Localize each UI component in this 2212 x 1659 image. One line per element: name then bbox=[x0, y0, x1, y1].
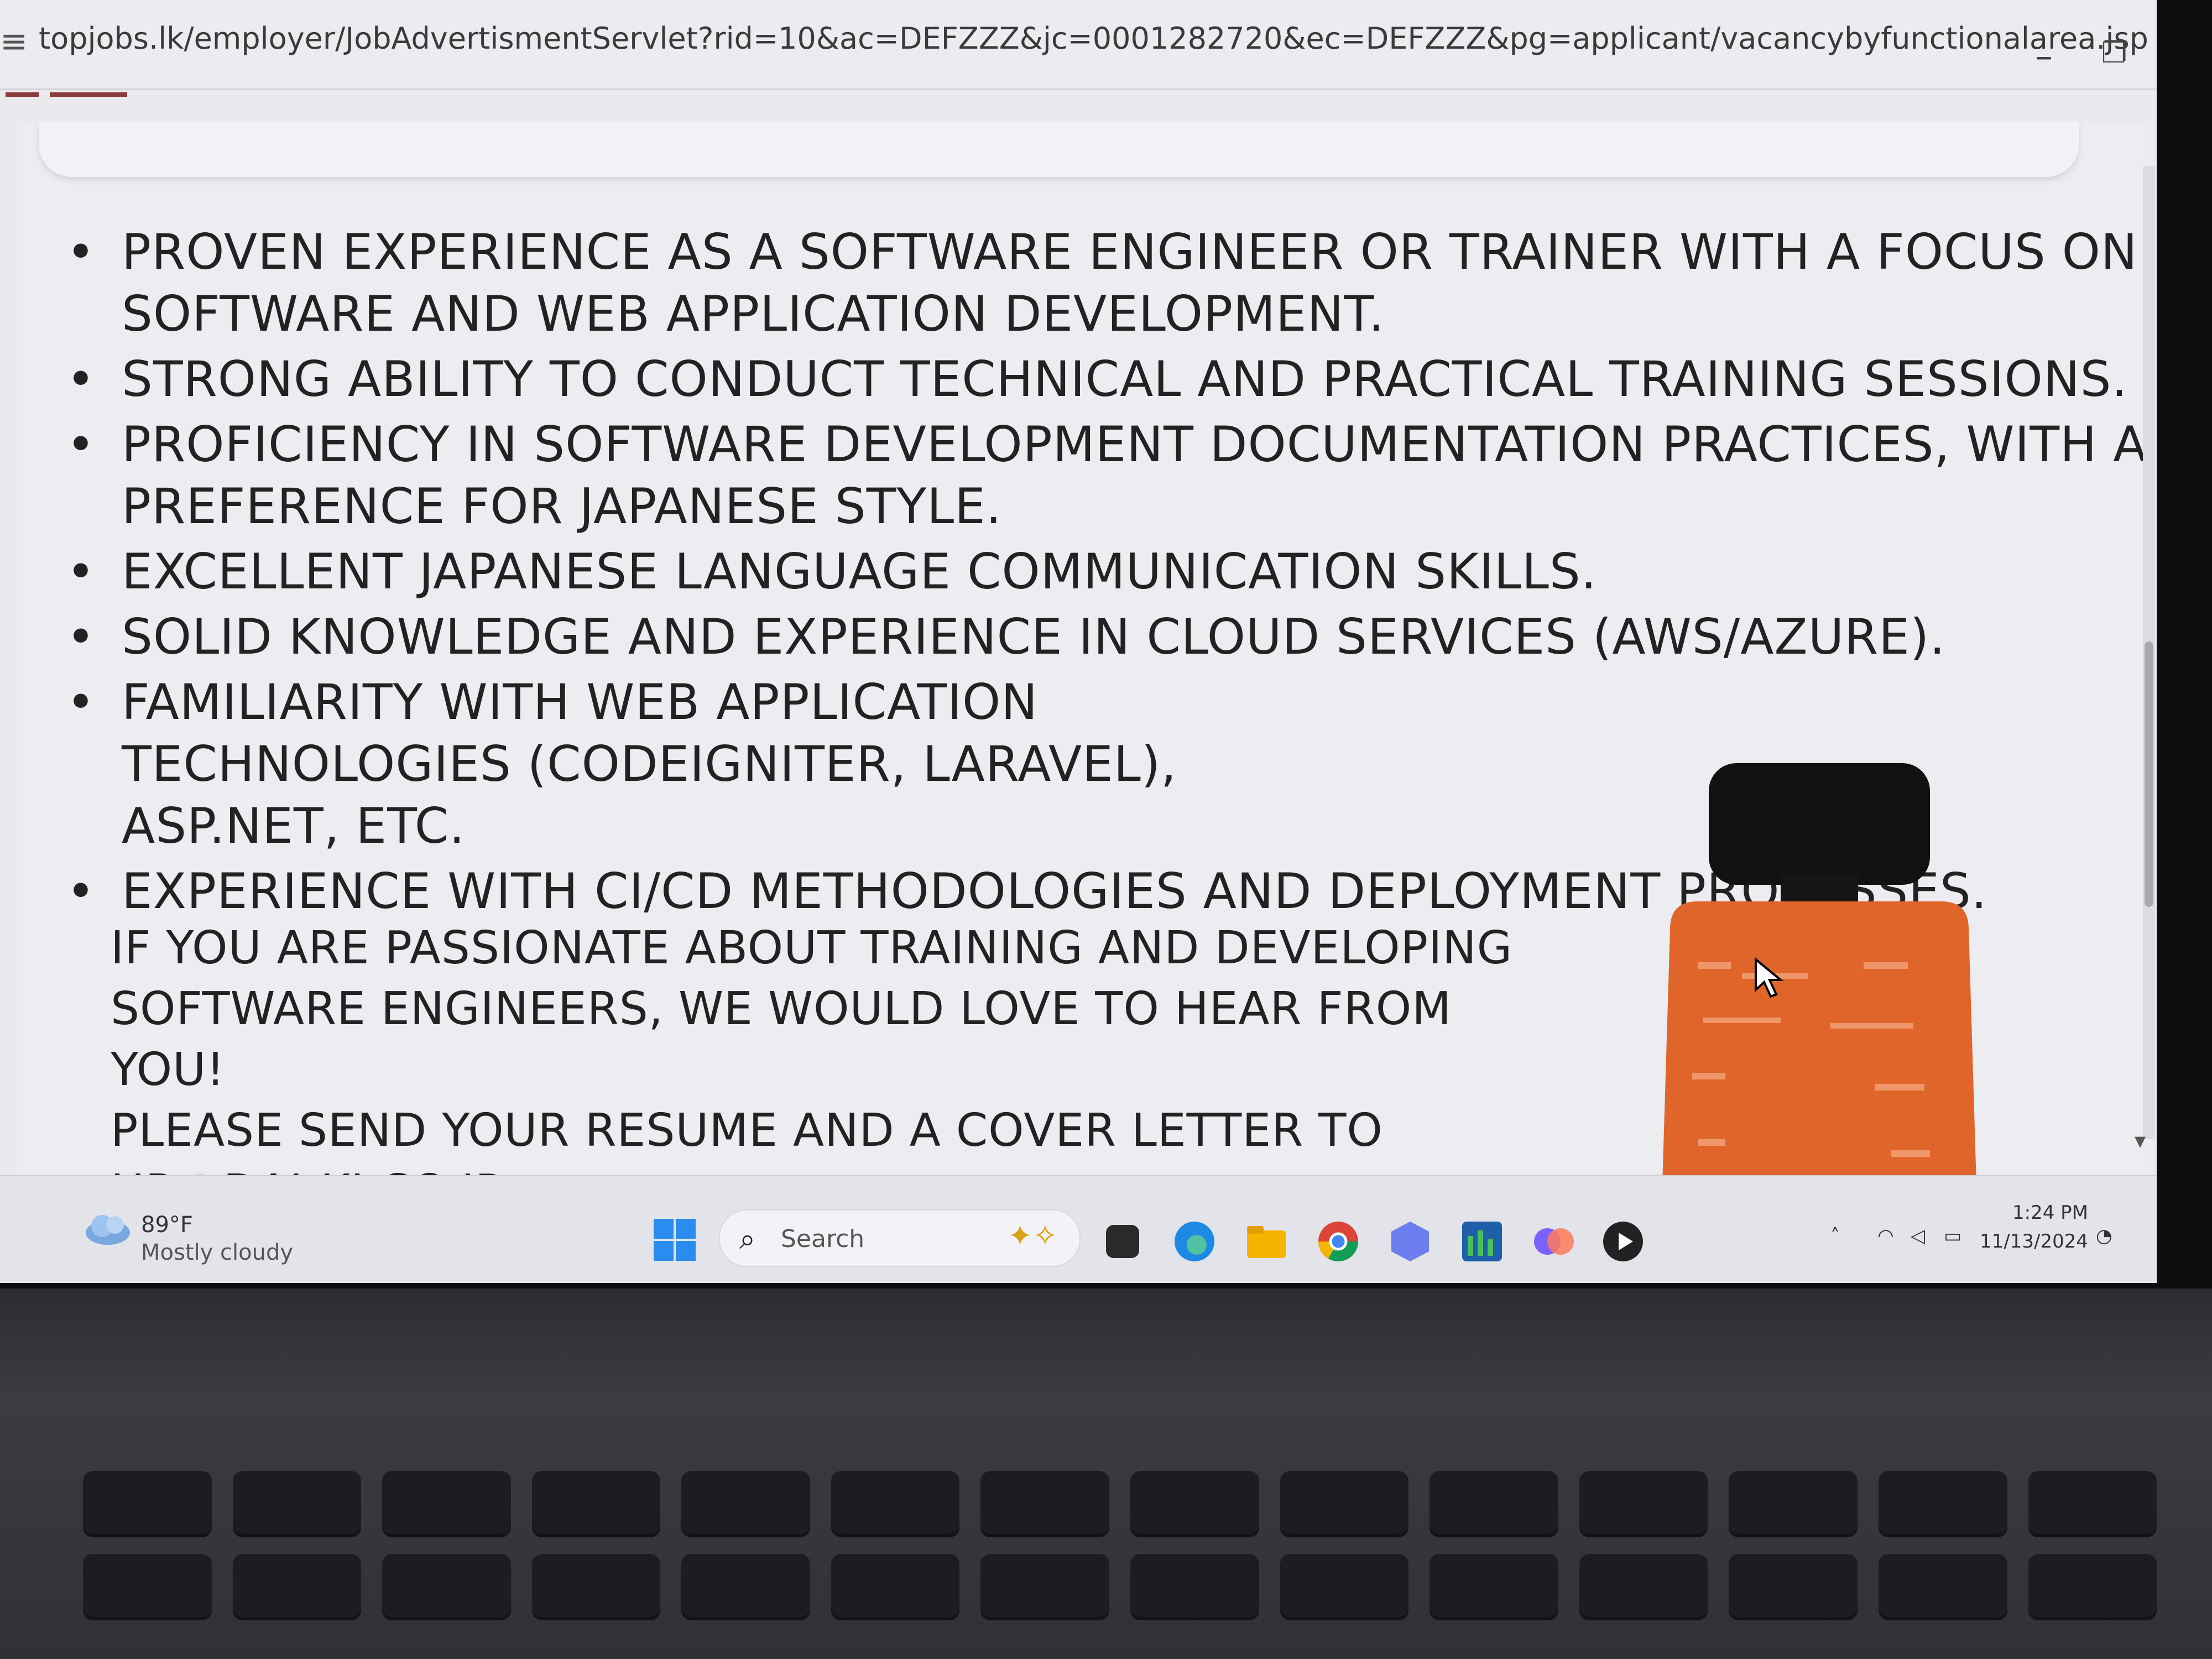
battery-icon[interactable]: ▭ bbox=[1944, 1225, 1961, 1247]
copilot-hex-icon[interactable] bbox=[1388, 1219, 1432, 1264]
closing-line: IF YOU ARE PASSIONATE ABOUT TRAINING AND… bbox=[111, 922, 1513, 974]
bullet-icon: • bbox=[66, 223, 96, 280]
clock-date: 11/13/2024 bbox=[1980, 1230, 2088, 1253]
favicon-strip bbox=[6, 88, 171, 105]
copilot-icon[interactable] bbox=[1532, 1219, 1576, 1264]
bullet-icon: • bbox=[66, 608, 96, 665]
page-header-card bbox=[39, 122, 2079, 177]
sparkle-icon: ✦✧ bbox=[1008, 1218, 1058, 1253]
media-player-icon[interactable] bbox=[1601, 1219, 1645, 1264]
taskbar: 89°F Mostly cloudy ⌕ Search ✦✧ ˄ ◠ ◁ ▭ 1… bbox=[0, 1175, 2157, 1283]
browser-titlebar: ≡ topjobs.lk/employer/JobAdvertismentSer… bbox=[0, 0, 2157, 90]
scroll-down-icon[interactable]: ▾ bbox=[2135, 1128, 2146, 1154]
list-item: • PROVEN EXPERIENCE AS A SOFTWARE ENGINEE… bbox=[66, 221, 2157, 345]
cloud-weather-icon[interactable] bbox=[83, 1209, 133, 1248]
screen: ≡ topjobs.lk/employer/JobAdvertismentSer… bbox=[0, 0, 2157, 1283]
scrollbar-thumb[interactable] bbox=[2145, 641, 2153, 907]
bullet-icon: • bbox=[66, 543, 96, 600]
job-ad-page: • PROVEN EXPERIENCE AS A SOFTWARE ENGINEE… bbox=[17, 122, 2151, 1283]
wifi-icon[interactable]: ◠ bbox=[1877, 1225, 1894, 1247]
list-item: • EXCELLENT JAPANESE LANGUAGE COMMUNICATI… bbox=[66, 541, 2157, 603]
address-bar-url[interactable]: topjobs.lk/employer/JobAdvertismentServl… bbox=[39, 21, 2148, 56]
weather-temperature[interactable]: 89°F bbox=[141, 1212, 193, 1238]
restore-button[interactable]: ❐ bbox=[2101, 39, 2127, 67]
list-item: • SOLID KNOWLEDGE AND EXPERIENCE IN CLOUD… bbox=[66, 606, 2157, 668]
list-item: • FAMILIARITY WITH WEB APPLICATION TECHNO… bbox=[66, 671, 1394, 857]
windows-start-icon[interactable] bbox=[653, 1218, 697, 1262]
tray-overflow-icon[interactable]: ˄ bbox=[1830, 1225, 1840, 1247]
bullet-icon: • bbox=[66, 351, 96, 408]
bullet-icon: • bbox=[66, 863, 96, 920]
taskbar-clock[interactable]: 1:24 PM 11/13/2024 bbox=[1980, 1198, 2088, 1256]
search-placeholder: Search bbox=[781, 1225, 865, 1253]
closing-line: SOFTWARE ENGINEERS, WE WOULD LOVE TO HEA… bbox=[111, 983, 1452, 1096]
stock-app-icon[interactable] bbox=[1460, 1219, 1504, 1264]
mouse-cursor-icon bbox=[1755, 957, 1784, 998]
chrome-browser-icon[interactable] bbox=[1316, 1219, 1360, 1264]
closing-line: PLEASE SEND YOUR RESUME AND A COVER LETT… bbox=[111, 1104, 1383, 1157]
bullet-icon: • bbox=[66, 416, 96, 473]
keyboard-row bbox=[83, 1471, 2157, 1537]
edge-browser-icon[interactable] bbox=[1172, 1219, 1217, 1264]
list-item: • STRONG ABILITY TO CONDUCT TECHNICAL AND… bbox=[66, 348, 2157, 410]
speaker-icon[interactable]: ◁ bbox=[1911, 1225, 1925, 1247]
scrollbar[interactable] bbox=[2143, 166, 2155, 1139]
search-icon: ⌕ bbox=[739, 1223, 756, 1256]
task-view-icon[interactable] bbox=[1106, 1225, 1139, 1258]
minimize-button[interactable]: – bbox=[2035, 39, 2053, 74]
weather-description[interactable]: Mostly cloudy bbox=[141, 1240, 293, 1265]
file-explorer-icon[interactable] bbox=[1244, 1219, 1288, 1264]
notification-bell-icon[interactable]: ◔ bbox=[2096, 1225, 2112, 1247]
bullet-icon: • bbox=[66, 674, 96, 731]
taskbar-search-box[interactable]: ⌕ Search ✦✧ bbox=[719, 1209, 1081, 1267]
list-item: • PROFICIENCY IN SOFTWARE DEVELOPMENT DOC… bbox=[66, 414, 2157, 538]
laptop-keyboard-deck bbox=[0, 1288, 2212, 1659]
clock-time: 1:24 PM bbox=[2012, 1202, 2088, 1224]
keyboard-row bbox=[83, 1554, 2157, 1620]
app-menu-icon[interactable]: ≡ bbox=[0, 22, 28, 61]
